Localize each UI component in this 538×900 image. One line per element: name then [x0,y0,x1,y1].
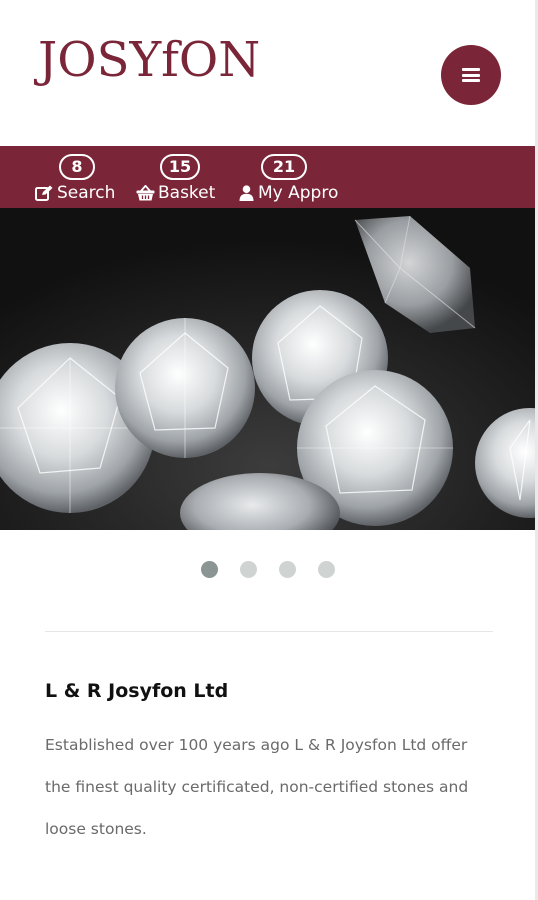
nav-item-basket-row: Basket [136,183,215,203]
quick-nav-bar: 8 Search 15 Basket 21 My Appro [0,146,538,208]
carousel-dot-4[interactable] [318,561,335,578]
basket-icon [136,185,155,201]
nav-item-search[interactable]: 8 Search [35,146,117,208]
nav-item-my-appro-row: My Appro [239,183,338,203]
site-header: JOSYfON [0,0,538,146]
company-title: L & R Josyfon Ltd [45,680,229,702]
hamburger-menu-icon [462,68,480,82]
carousel-dot-1[interactable] [201,561,218,578]
nav-item-search-label: Search [57,183,116,203]
basket-count-badge: 15 [160,154,200,180]
search-count-badge: 8 [59,154,95,180]
carousel-dots [0,561,538,579]
nav-item-search-row: Search [35,183,115,203]
nav-item-my-appro[interactable]: 21 My Appro [239,146,343,208]
nav-item-basket-label: Basket [158,183,216,203]
carousel-dot-3[interactable] [279,561,296,578]
nav-item-my-appro-label: My Appro [258,183,339,203]
carousel-dot-2[interactable] [240,561,257,578]
menu-button[interactable] [441,45,501,105]
nav-item-basket[interactable]: 15 Basket [136,146,220,208]
section-divider [45,631,493,632]
user-icon [239,185,254,201]
app-page: JOSYfON 8 Search 15 Basket 21 My Appro L… [0,0,538,900]
edit-icon [35,185,53,201]
brand-logo[interactable]: JOSYfON [38,36,260,84]
hero-diamonds-image[interactable] [0,208,538,530]
appro-count-badge: 21 [261,154,307,180]
company-description: Established over 100 years ago L & R Joy… [45,736,469,838]
diamond-shape [115,318,255,458]
